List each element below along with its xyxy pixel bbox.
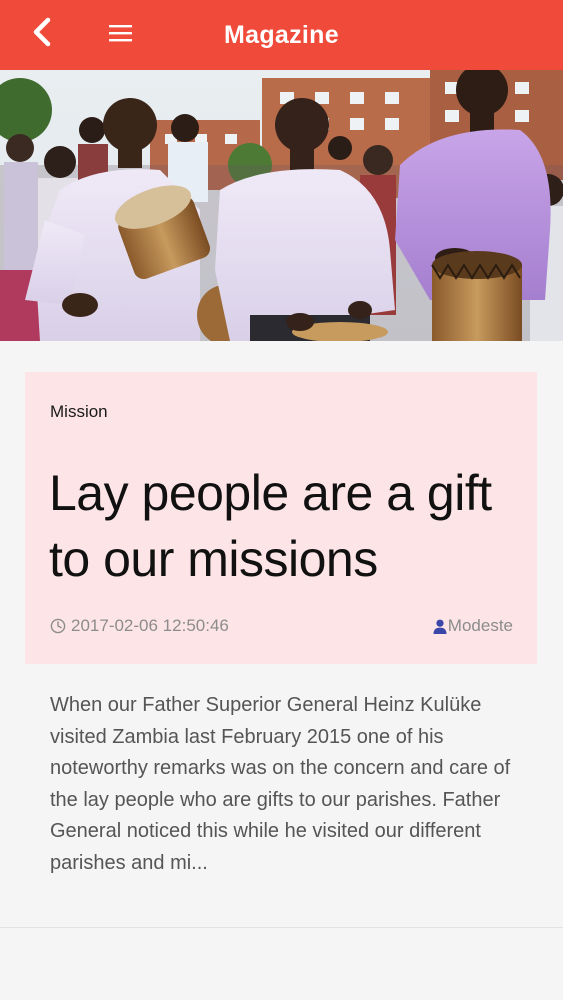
article-excerpt[interactable]: When our Father Superior General Heinz K… <box>50 690 520 879</box>
page-title: Magazine <box>224 21 339 49</box>
article-category[interactable]: Mission <box>50 402 108 422</box>
app-bar: Magazine <box>0 0 563 70</box>
article-author[interactable]: Modeste <box>448 616 513 636</box>
article-date: 2017-02-06 12:50:46 <box>71 616 229 635</box>
article-headline: Lay people are a gift to our missions <box>49 465 492 587</box>
article-date-group: 2017-02-06 12:50:46 <box>50 616 229 636</box>
article-meta: 2017-02-06 12:50:46 Modeste <box>50 614 513 638</box>
article-hero-image[interactable] <box>0 70 563 341</box>
article-header-card: Mission Lay people are a gift to our mis… <box>25 372 537 664</box>
article-author-group[interactable]: Modeste <box>433 616 513 636</box>
clock-icon <box>50 618 66 634</box>
user-icon <box>433 619 447 634</box>
divider <box>0 927 563 928</box>
